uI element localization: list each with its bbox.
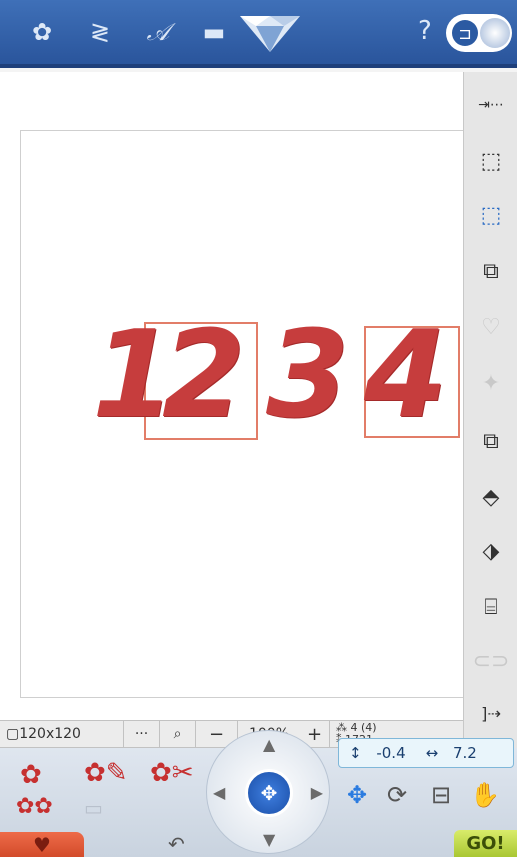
- digit-3[interactable]: 3: [266, 316, 350, 436]
- edit-stitches-icon[interactable]: ✿: [20, 760, 42, 790]
- arrow-right-icon[interactable]: ▶: [311, 783, 323, 802]
- font-icon[interactable]: 𝒜: [136, 14, 180, 50]
- heart-icon: ♡: [481, 314, 501, 340]
- digit-4[interactable]: 4: [364, 316, 448, 436]
- position-dial[interactable]: ▲ ▼ ◀ ▶ ✥: [206, 730, 330, 854]
- hoop-icon: ▢: [6, 726, 20, 742]
- multi-design-icon[interactable]: ✿✿: [16, 794, 53, 819]
- mode-toggle-icon[interactable]: ⊐: [446, 14, 512, 52]
- coordinate-display: ↕ -0.4 ↔ 7.2: [338, 738, 514, 768]
- move-icon[interactable]: ✥: [340, 778, 374, 812]
- x-coordinate: ↔ 7.2: [425, 744, 477, 762]
- top-toolbar: ✿ ≷ 𝒜 ▬ ? ⊐: [0, 0, 517, 68]
- duplicate-icon[interactable]: ⧉: [474, 254, 508, 288]
- select-next-icon[interactable]: ⇥⋯: [474, 88, 508, 122]
- copy-icon[interactable]: ⧉: [474, 424, 508, 458]
- select-frame-icon[interactable]: ⬚: [474, 198, 508, 232]
- scale-icon[interactable]: ⊟: [424, 778, 458, 812]
- undo-icon[interactable]: ↶: [168, 832, 185, 856]
- hoop-size-button[interactable]: ▢ 120x120: [0, 720, 124, 748]
- pan-hand-icon[interactable]: ✋: [468, 778, 502, 812]
- edit-color-icon[interactable]: ✿✎: [84, 758, 128, 788]
- edit-shape-icon[interactable]: ✿✂: [150, 758, 194, 788]
- disabled-icon: ▭: [84, 796, 103, 820]
- arrow-left-icon[interactable]: ◀: [213, 783, 225, 802]
- y-coordinate: ↕ -0.4: [349, 744, 406, 762]
- right-toolbar: ⇥⋯ ⬚ ⬚ ⧉ ♡ ✦ ⧉ ⬘ ⬗ ⌸ ⊂⊃ ]⇢: [463, 72, 517, 748]
- delete-icon[interactable]: ⌸: [474, 590, 508, 624]
- stitch-icon[interactable]: ≷: [82, 14, 118, 50]
- arrow-down-icon[interactable]: ▼: [263, 830, 275, 849]
- go-to-end-icon[interactable]: ]⇢: [474, 696, 508, 730]
- move-center-icon[interactable]: ✥: [245, 769, 293, 817]
- star-icon: ✦: [481, 370, 501, 396]
- zoom-icon[interactable]: ⌕: [160, 720, 196, 748]
- digit-2[interactable]: 2: [162, 316, 246, 436]
- group-icon: ⊂⊃: [472, 648, 510, 674]
- go-button[interactable]: GO!: [454, 830, 517, 857]
- favorites-button[interactable]: ♥: [0, 832, 84, 857]
- arrow-up-icon[interactable]: ▲: [263, 735, 275, 754]
- hoop-size-label: 120x120: [19, 726, 81, 742]
- rotate-icon[interactable]: ⟳: [380, 778, 414, 812]
- folder-icon[interactable]: ▬: [196, 14, 232, 50]
- more-button[interactable]: ···: [124, 720, 160, 748]
- mirror-vertical-icon[interactable]: ⬘: [474, 480, 508, 514]
- flower-icon[interactable]: ✿: [24, 14, 60, 50]
- select-multiple-icon[interactable]: ⬚: [474, 144, 508, 178]
- help-icon[interactable]: ?: [418, 16, 432, 46]
- heart-icon: ♥: [33, 832, 51, 857]
- mirror-horizontal-icon[interactable]: ⬗: [474, 534, 508, 568]
- diamond-logo-icon[interactable]: [232, 10, 308, 56]
